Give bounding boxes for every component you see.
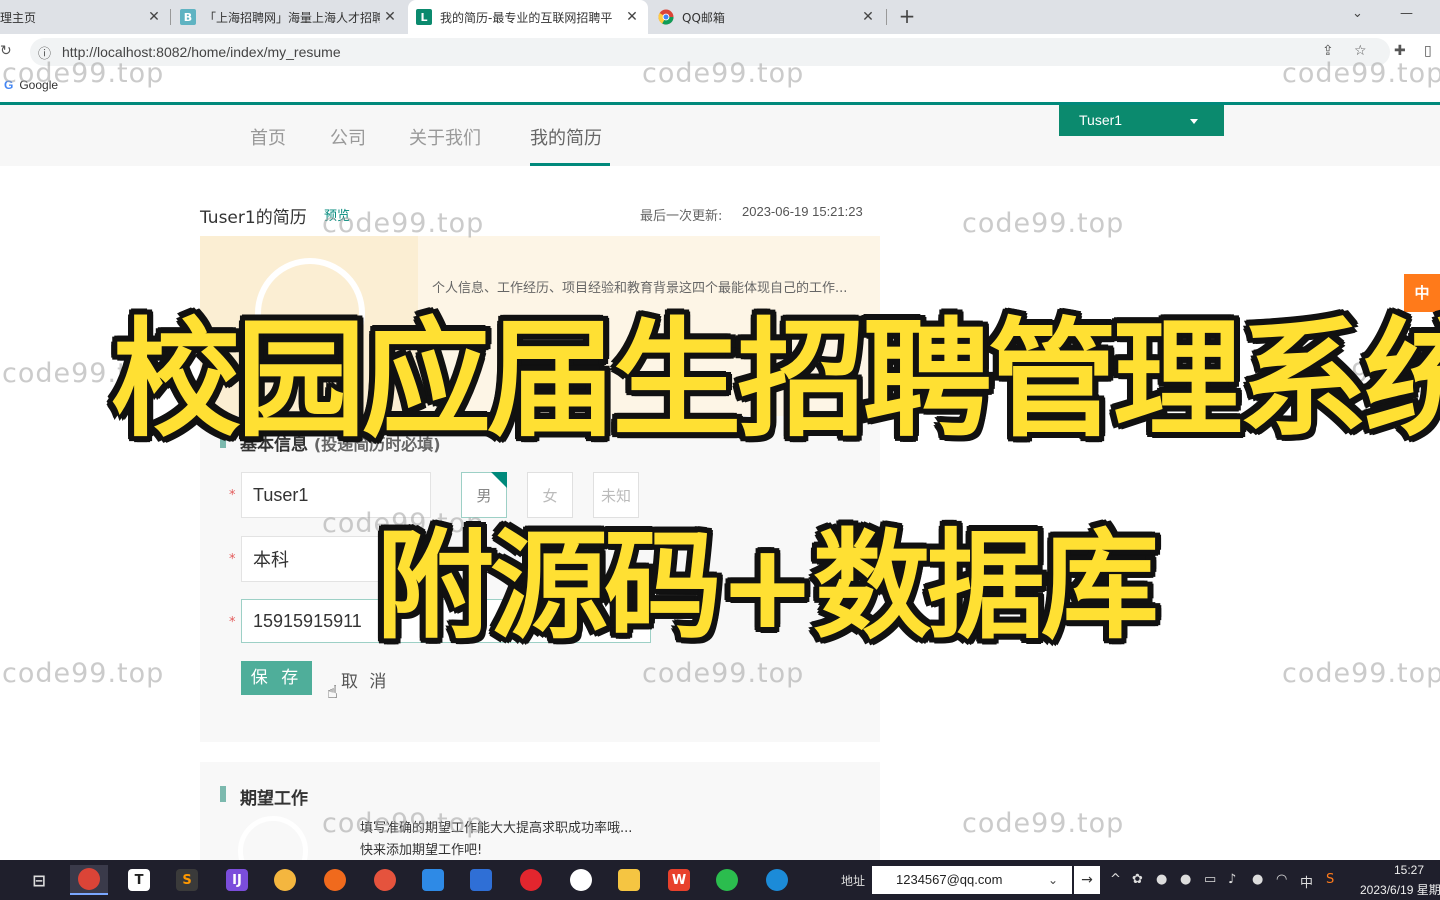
reload-icon[interactable]: ↻ [0, 43, 12, 59]
share-icon[interactable]: ⇪ [1322, 43, 1334, 59]
checkmark-icon [491, 472, 507, 488]
tab-title: 「上海招聘网」海量上海人才招聘 [204, 10, 380, 25]
clock-date[interactable]: 2023/6/19 星期 [1360, 881, 1440, 898]
hand-cursor-icon: ☝ [327, 682, 338, 703]
favicon-icon: B [180, 9, 196, 25]
required-star: * [229, 488, 236, 503]
browser-tab-strip: 理主页 ✕ B 「上海招聘网」海量上海人才招聘 ✕ L 我的简历-最专业的互联网… [0, 0, 1440, 34]
app-icon[interactable] [414, 865, 452, 895]
nav-active-indicator [530, 163, 610, 166]
arrow-right-icon[interactable]: → [1074, 866, 1100, 894]
cancel-button[interactable]: 取 消 [341, 667, 389, 692]
edge-icon[interactable] [758, 865, 796, 895]
app-icon[interactable] [266, 865, 304, 895]
user-menu-button[interactable]: Tuser1 [1059, 105, 1224, 136]
nav-home[interactable]: 首页 [250, 124, 286, 150]
editor-icon[interactable] [316, 865, 354, 895]
app-icon[interactable] [366, 865, 404, 895]
baidu-netdisk-icon[interactable] [562, 865, 600, 895]
section-marker [220, 786, 226, 802]
watermark: code99.top [962, 208, 1125, 239]
overlay-main-title: 校园应届生招聘管理系统 [111, 306, 1440, 455]
watermark: code99.top [322, 808, 485, 839]
sublime-icon[interactable]: S [168, 865, 206, 895]
taskbar-address-input[interactable]: 1234567@qq.com [872, 866, 1072, 894]
close-icon[interactable]: ✕ [858, 9, 878, 25]
updated-label: 最后一次更新: [640, 209, 723, 224]
nav-my-resume[interactable]: 我的简历 [530, 124, 602, 150]
battery-icon[interactable]: ▭ [1204, 872, 1216, 887]
user-name: Tuser1 [1079, 112, 1123, 128]
favicon-icon: L [416, 9, 432, 25]
required-star: * [229, 615, 236, 630]
qq-icon[interactable]: ● [1156, 872, 1167, 887]
netease-music-icon[interactable] [512, 865, 550, 895]
nav-company[interactable]: 公司 [330, 124, 366, 150]
watermark: code99.top [962, 808, 1125, 839]
task-view-icon[interactable]: ⊟ [20, 865, 58, 895]
tab-title: 我的简历-最专业的互联网招聘平 [440, 10, 613, 25]
typora-icon[interactable]: T [120, 865, 158, 895]
new-tab-button[interactable]: + [896, 5, 918, 27]
close-icon[interactable]: ✕ [380, 9, 400, 25]
sogou-icon[interactable]: S [1326, 872, 1334, 887]
site-nav: 首页 公司 关于我们 我的简历 [0, 105, 1440, 166]
nav-about[interactable]: 关于我们 [409, 124, 481, 150]
required-star: * [229, 552, 236, 567]
watermark: code99.top [2, 58, 165, 89]
overlay-sub-title: 附源码+数据库 [376, 517, 1159, 655]
wechat-tray-icon[interactable]: ● [1180, 872, 1191, 887]
app-tray-icon[interactable]: ● [1252, 872, 1263, 887]
watermark: code99.top [322, 208, 485, 239]
watermark: code99.top [642, 58, 805, 89]
wechat-icon[interactable] [708, 865, 746, 895]
save-button[interactable]: 保 存 [241, 661, 312, 695]
extensions-icon[interactable]: ✚ [1394, 43, 1406, 59]
updated-time: 2023-06-19 15:21:23 [742, 204, 863, 219]
browser-tab[interactable]: QQ邮箱 ✕ [650, 0, 884, 34]
minimize-icon[interactable]: — [1400, 6, 1413, 21]
folder-icon[interactable] [610, 865, 648, 895]
close-icon[interactable]: ✕ [622, 9, 642, 25]
tray-expand-icon[interactable]: ^ [1110, 872, 1121, 887]
taskbar-address-label: 地址 [841, 874, 866, 888]
intellij-icon[interactable]: IJ [218, 865, 256, 895]
section-expect-job: 期望工作 [240, 789, 308, 809]
watermark: code99.top [1282, 58, 1440, 89]
watermark: code99.top [642, 658, 805, 689]
chrome-taskbar-icon[interactable] [70, 865, 108, 895]
resume-title: Tuser1的简历 [200, 208, 307, 228]
tab-title: QQ邮箱 [682, 10, 725, 25]
sidebar-icon[interactable]: ▯ [1424, 43, 1432, 59]
close-icon[interactable]: ✕ [144, 9, 164, 25]
browser-tab[interactable]: B 「上海招聘网」海量上海人才招聘 ✕ [172, 0, 406, 34]
chevron-down-icon[interactable]: ⌄ [1048, 866, 1058, 894]
taskbar: ⊟ T S IJ W [0, 860, 1440, 900]
tray-app-icon[interactable]: ✿ [1132, 872, 1143, 887]
wifi-icon[interactable]: ◠ [1276, 872, 1287, 887]
expect-add-link[interactable]: 快来添加期望工作吧! [360, 839, 482, 858]
wps-icon[interactable]: W [660, 865, 698, 895]
watermark: code99.top [1282, 658, 1440, 689]
tab-title: 理主页 [0, 10, 37, 25]
clock-time[interactable]: 15:27 [1394, 863, 1424, 877]
browser-tab-active[interactable]: L 我的简历-最专业的互联网招聘平 ✕ [408, 0, 648, 34]
ime-indicator[interactable]: 中 [1300, 872, 1313, 891]
volume-icon[interactable]: ♪ [1228, 872, 1236, 887]
star-icon[interactable]: ☆ [1354, 43, 1367, 59]
watermark: code99.top [2, 658, 165, 689]
caret-down-icon [1190, 119, 1198, 124]
chevron-down-icon[interactable]: ⌄ [1352, 6, 1363, 21]
browser-tab[interactable]: 理主页 ✕ [0, 0, 170, 34]
chrome-icon [658, 9, 674, 25]
app-icon[interactable] [462, 865, 500, 895]
